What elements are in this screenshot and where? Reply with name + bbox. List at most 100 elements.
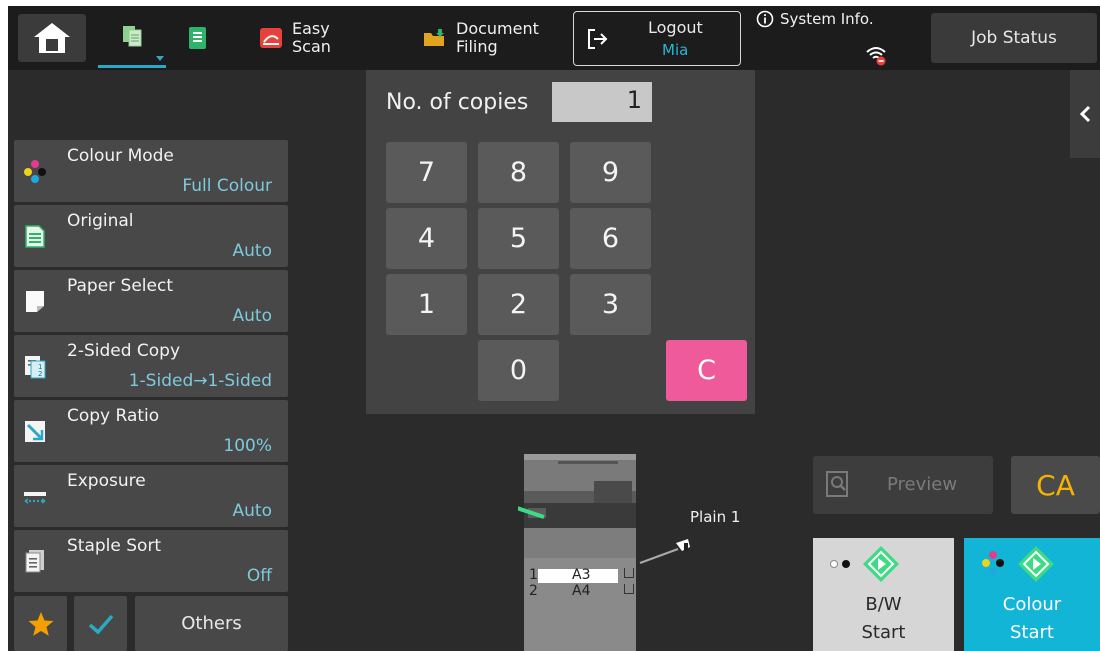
function-value: 1-Sided→1-Sided <box>128 371 272 391</box>
exposure-key[interactable]: Exposure Auto <box>14 465 288 527</box>
copy-ratio-key[interactable]: Copy Ratio 100% <box>14 400 288 462</box>
original-icon <box>25 225 45 248</box>
exposure-icon <box>24 492 46 504</box>
machine-diagram: 1 A3 2 A4 <box>513 451 758 651</box>
copies-keypad-panel: No. of copies 1 7 8 9 4 5 6 1 2 3 0 C <box>366 70 755 414</box>
chevron-left-icon <box>1079 105 1091 123</box>
home-button[interactable] <box>18 14 86 62</box>
job-status-button[interactable]: Job Status <box>931 13 1097 63</box>
function-name: Copy Ratio <box>67 406 160 426</box>
function-name: Staple Sort <box>67 536 162 556</box>
start-diamond-icon <box>1018 546 1054 582</box>
colour-start-button[interactable]: Colour Start <box>964 538 1100 651</box>
preview-icon <box>826 471 848 497</box>
copy-mode-tab[interactable] <box>98 6 166 68</box>
key-7[interactable]: 7 <box>386 142 467 203</box>
bw-start-label-1: B/W <box>865 594 902 615</box>
checkmark-icon <box>88 614 113 634</box>
document-filing-label-1: Document <box>456 19 539 38</box>
key-3[interactable]: 3 <box>570 274 651 335</box>
key-9[interactable]: 9 <box>570 142 651 203</box>
function-value: Auto <box>232 241 272 261</box>
document-green-icon <box>189 27 206 49</box>
clear-all-label: CA <box>1036 468 1075 502</box>
duplex-icon: 1 2 <box>25 356 46 379</box>
bw-start-label-2: Start <box>861 622 906 643</box>
function-value: Auto <box>232 501 272 521</box>
key-5[interactable]: 5 <box>478 208 559 269</box>
paper-select-icon <box>26 291 44 312</box>
manual-feed-tray-icon <box>639 539 690 564</box>
paper-select-key[interactable]: Paper Select Auto <box>14 270 288 332</box>
function-name: Original <box>67 211 134 231</box>
info-icon <box>756 10 774 28</box>
copies-label: No. of copies <box>386 90 529 115</box>
two-sided-copy-key[interactable]: 1 2 2-Sided Copy 1-Sided→1-Sided <box>14 335 288 397</box>
easy-scan-button[interactable]: Easy Scan <box>258 6 331 70</box>
staple-sort-key[interactable]: Staple Sort Off <box>14 530 288 592</box>
logout-label: Logout <box>648 18 703 37</box>
dropdown-indicator-icon <box>156 56 164 61</box>
function-value: 100% <box>223 436 272 456</box>
function-name: Colour Mode <box>67 146 174 166</box>
preview-button[interactable]: Preview <box>813 456 993 514</box>
checkmark-button[interactable] <box>74 596 127 651</box>
colour-start-label-1: Colour <box>1002 594 1062 615</box>
document-filing-label-2: Filing <box>456 37 498 56</box>
tray-2-indicator-icon <box>624 584 634 594</box>
copies-input[interactable]: 1 <box>552 82 652 122</box>
staple-sort-icon <box>25 550 44 573</box>
bw-start-button[interactable]: B/W Start <box>813 538 954 651</box>
copy-screen: Easy Scan Document Filing Logout Mia Sys… <box>8 6 1100 651</box>
tray-2-number: 2 <box>529 583 538 599</box>
tray-2-row: 2 A4 <box>529 583 618 599</box>
job-status-label: Job Status <box>971 28 1057 48</box>
function-value: Auto <box>232 306 272 326</box>
document-filing-button[interactable]: Document Filing <box>422 6 539 70</box>
svg-text:2: 2 <box>38 370 42 378</box>
logout-icon <box>588 29 608 49</box>
copy-ratio-icon <box>25 421 45 442</box>
side-panel-toggle[interactable] <box>1070 70 1100 158</box>
original-key[interactable]: Original Auto <box>14 205 288 267</box>
key-4[interactable]: 4 <box>386 208 467 269</box>
easy-scan-icon <box>260 28 282 48</box>
key-1[interactable]: 1 <box>386 274 467 335</box>
key-0[interactable]: 0 <box>478 340 559 401</box>
system-info-label: System Info. <box>780 10 874 28</box>
clear-key[interactable]: C <box>666 340 747 401</box>
function-value: Full Colour <box>182 176 272 196</box>
copy-icon <box>123 25 142 46</box>
function-name: Exposure <box>67 471 146 491</box>
easy-scan-label-2: Scan <box>292 37 331 56</box>
key-8[interactable]: 8 <box>478 142 559 203</box>
tray-2-size: A4 <box>572 583 591 599</box>
tray-1-size: A3 <box>572 567 591 583</box>
folder-icon <box>424 29 444 46</box>
bw-dots-icon <box>830 560 850 568</box>
tray-1-indicator-icon <box>624 568 634 578</box>
key-6[interactable]: 6 <box>570 208 651 269</box>
colour-mode-icon <box>24 160 46 183</box>
green-copy-shortcut[interactable] <box>186 6 210 70</box>
home-icon <box>34 23 70 53</box>
colour-mode-key[interactable]: Colour Mode Full Colour <box>14 140 288 202</box>
function-name: Paper Select <box>67 276 173 296</box>
function-name: 2-Sided Copy <box>67 341 181 361</box>
favorites-button[interactable] <box>14 596 67 651</box>
others-button[interactable]: Others <box>135 596 288 651</box>
star-icon <box>28 611 53 636</box>
top-bar: Easy Scan Document Filing Logout Mia Sys… <box>8 6 1100 70</box>
tray-1-row: 1 A3 <box>529 567 618 583</box>
tray-1-number: 1 <box>529 567 538 583</box>
function-value: Off <box>246 566 272 586</box>
logout-user-name: Mia <box>662 41 689 59</box>
tray-paper-label: Plain 1 <box>690 508 741 526</box>
clear-all-button[interactable]: CA <box>1011 456 1100 514</box>
wifi-disconnected-icon <box>866 47 886 66</box>
key-2[interactable]: 2 <box>478 274 559 335</box>
colour-dots-icon <box>982 551 1004 575</box>
system-info-button[interactable]: System Info. <box>756 10 886 66</box>
start-diamond-icon <box>863 546 899 582</box>
logout-button[interactable]: Logout Mia <box>573 11 741 66</box>
